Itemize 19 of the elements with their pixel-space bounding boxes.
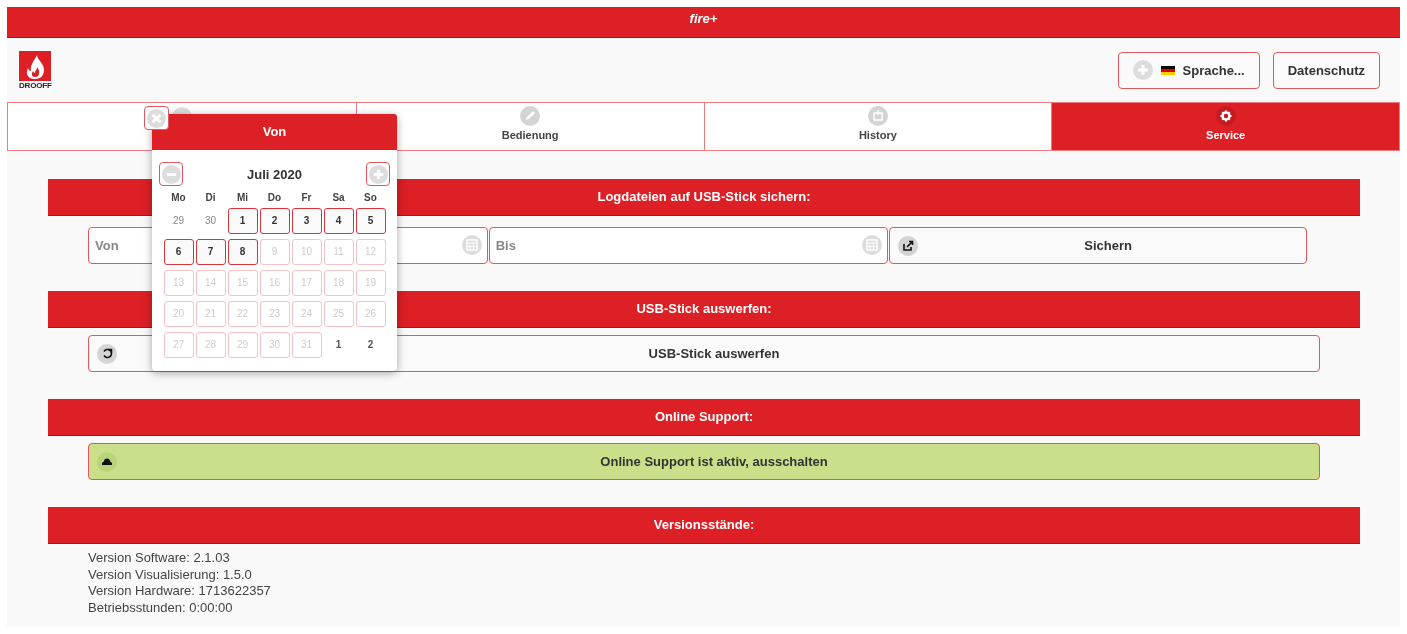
weekday-label: Di (204, 192, 217, 205)
logo-text: DROOFF (19, 80, 52, 90)
version-text: Version Software: 2.1.03 (88, 550, 231, 567)
version-text: Version Visualisierung: 1.5.0 (88, 566, 253, 583)
popup-title: Von (152, 114, 397, 150)
section-header: Versionsstände: (48, 507, 1360, 544)
weekday-label: Sa (331, 192, 346, 205)
version-text: Version Hardware: 1713622357 (88, 583, 272, 600)
weekday-label: Fr (300, 192, 313, 205)
section-header: Online Support: (48, 399, 1360, 436)
weekday-label: Mi (235, 192, 250, 205)
weekday-label: Mo (170, 192, 187, 205)
weekday-label: So (363, 192, 378, 205)
calendar-day: 1 (323, 332, 354, 358)
weekday-label: Do (266, 192, 283, 205)
app-title-bar: fire+ (7, 7, 1400, 38)
calendar-day: 2 (355, 332, 386, 358)
month-label: Juli 2020 (247, 166, 302, 182)
version-text: Betriebsstunden: 0:00:00 (88, 599, 234, 616)
